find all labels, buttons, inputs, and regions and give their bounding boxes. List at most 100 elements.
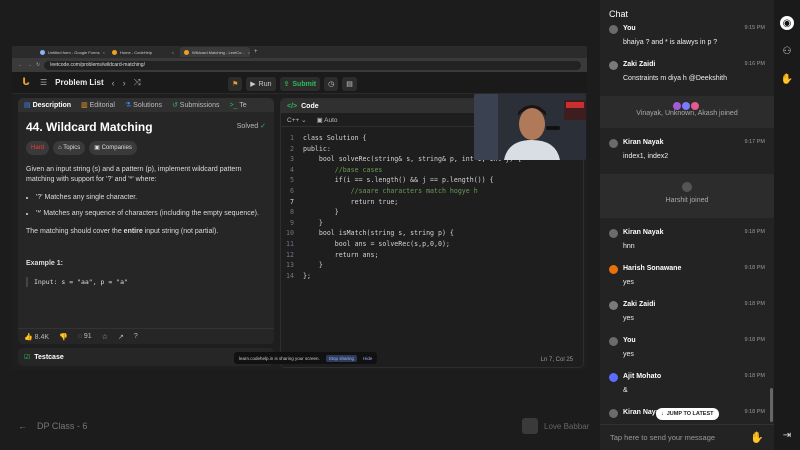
menu-icon[interactable]: ☰ [40, 78, 47, 87]
auto-toggle[interactable]: ▣ Auto [317, 116, 338, 124]
code-line[interactable]: 5 if(i == s.length() && j == p.length())… [281, 175, 583, 186]
like-button[interactable]: 👍 8.4K [24, 333, 49, 341]
code-text: }; [303, 271, 311, 280]
history-icon: ↺ [171, 102, 180, 109]
notes-icon[interactable]: ▤ [342, 77, 357, 91]
code-line[interactable]: 6 //saare characters match hogye h [281, 186, 583, 197]
share-icon[interactable]: ↗ [118, 333, 124, 341]
shared-screen: Untitled form - Google Forms × Home - Cod… [12, 46, 587, 370]
debug-button[interactable]: ⚑ [228, 77, 243, 91]
browser-tab[interactable]: Untitled form - Google Forms × [36, 47, 106, 57]
companies-chip[interactable]: ▣ Companies [89, 141, 137, 155]
avatar [682, 182, 692, 192]
favicon-icon [112, 49, 117, 55]
timestamp: 9:18 PM [744, 265, 765, 271]
line-number: 5 [290, 176, 294, 185]
video-stage: Untitled form - Google Forms × Home - Cod… [0, 0, 600, 450]
close-icon[interactable]: × [103, 50, 105, 55]
problem-intro: Given an input string (s) and a pattern … [26, 166, 242, 183]
code-line[interactable]: 13 } [281, 260, 583, 271]
code-text: public: [303, 144, 331, 153]
code-line[interactable]: 8 } [281, 207, 583, 218]
line-number: 4 [290, 165, 294, 174]
chat-message: Kiran Nayak 9:17 PM index1, index2 [600, 138, 774, 174]
chat-message: Zaki Zaidi 9:16 PM Constraints m diya h @D… [600, 60, 774, 96]
hand-icon[interactable]: ✋ [780, 72, 794, 86]
line-number: 12 [286, 250, 294, 259]
new-tab-icon[interactable]: + [254, 49, 258, 55]
chat-message: Kiran Nayak 9:18 PM hnn [600, 228, 774, 264]
hide-button[interactable]: Hide [363, 356, 372, 361]
code-line[interactable]: 7 return true; [281, 197, 583, 208]
prev-problem-icon[interactable]: ‹ [112, 78, 115, 88]
sender-name: You [623, 337, 636, 344]
next-problem-icon[interactable]: › [123, 78, 126, 88]
code-text: class Solution { [303, 134, 367, 142]
submit-button[interactable]: ⇪ Submit [279, 77, 321, 91]
code-line[interactable]: 10 bool isMatch(string s, string p) { [281, 228, 583, 239]
code-line[interactable]: 11 bool ans = solveRec(s,p,0,0); [281, 239, 583, 250]
solved-status: Solved ✓ [236, 123, 266, 130]
chat-scrollbar[interactable] [770, 388, 773, 422]
forward-icon[interactable]: → [27, 62, 32, 68]
tab-editorial[interactable]: ▥ Editorial [81, 101, 115, 109]
coverage-note: The matching should cover the entire inp… [26, 228, 219, 235]
star-icon[interactable]: ☆ [102, 333, 108, 341]
message-text: yes [623, 279, 634, 286]
close-icon[interactable]: × [172, 50, 174, 55]
line-number: 3 [290, 155, 294, 164]
code-text: } [303, 208, 339, 217]
timer-icon[interactable]: ◷ [324, 77, 339, 91]
stop-sharing-button[interactable]: Stop sharing [325, 354, 358, 362]
avatar [672, 102, 681, 110]
problem-list-link[interactable]: Problem List [55, 78, 103, 87]
message-text: & [623, 387, 628, 394]
tab-description[interactable]: ▤ Description [24, 101, 71, 109]
help-icon[interactable]: ? [134, 333, 138, 340]
rules-list: '?' Matches any single character. '*' Ma… [26, 193, 266, 219]
leetcode-logo-icon[interactable]: ᒐ [20, 77, 32, 89]
chat-icon[interactable]: ◉ [780, 16, 794, 30]
class-title: ← DP Class - 6 [18, 421, 88, 431]
chat-messages[interactable]: You 9:15 PM bhaiya ? and * is alawys in p … [600, 24, 774, 422]
browser-tab[interactable]: Home - CodeHelp × [108, 47, 178, 57]
people-icon[interactable]: ⚇ [780, 44, 794, 58]
arrow-down-icon: ↓ [661, 411, 664, 417]
run-button[interactable]: ▶ Run [246, 77, 276, 91]
dislike-icon[interactable]: 👎 [59, 333, 68, 341]
description-pane: ▤ Description ▥ Editorial ⚗ Solutions ↺ … [18, 98, 274, 344]
timestamp: 9:18 PM [744, 373, 765, 379]
chat-input[interactable]: Tap here to send your message ✋ [600, 424, 774, 450]
url-field[interactable]: leetcode.com/problems/wildcard-matching/ [44, 60, 581, 70]
tab-submissions[interactable]: ↺ Submissions [172, 101, 220, 109]
back-arrow-icon[interactable]: ← [18, 421, 27, 431]
list-item: '*' Matches any sequence of characters (… [36, 209, 266, 219]
code-line[interactable]: 12 return ans; [281, 250, 583, 261]
tab-testresult[interactable]: >_ Te [229, 102, 246, 109]
message-text: bhaiya ? and * is alawys in p ? [623, 39, 718, 46]
comments-button[interactable]: ◌ 91 [78, 333, 92, 340]
browser-tab-active[interactable]: Wildcard Matching - LeetCo... × [180, 47, 250, 57]
topics-chip[interactable]: ⌂ Topics [53, 141, 86, 155]
tab-solutions[interactable]: ⚗ Solutions [125, 101, 162, 109]
flask-icon: ⚗ [124, 102, 134, 109]
back-icon[interactable]: ← [18, 62, 23, 68]
jump-to-latest-button[interactable]: ↓ JUMP TO LATEST [656, 408, 719, 420]
raise-hand-icon[interactable]: ✋ [750, 431, 764, 444]
message-text: yes [623, 351, 634, 358]
thumbs-up-icon: 👍 [24, 333, 35, 341]
code-line[interactable]: 14}; [281, 271, 583, 282]
exit-icon[interactable]: ⇥ [780, 428, 794, 442]
problem-title[interactable]: 44. Wildcard Matching [26, 121, 153, 133]
shuffle-icon[interactable]: ⤨ [134, 77, 141, 88]
message-text: hnn [623, 243, 635, 250]
code-line[interactable]: 4 //base cases [281, 165, 583, 176]
sender-name: Zaki Zaidi [623, 301, 656, 308]
language-select[interactable]: C++ ⌄ [287, 116, 307, 124]
code-line[interactable]: 9 } [281, 218, 583, 229]
list-item: '?' Matches any single character. [36, 193, 266, 203]
close-icon[interactable]: × [248, 50, 250, 55]
reload-icon[interactable]: ↻ [36, 62, 40, 68]
avatar [609, 337, 618, 346]
join-notice: Vinayak, Unknown, Akash joined [600, 96, 774, 128]
